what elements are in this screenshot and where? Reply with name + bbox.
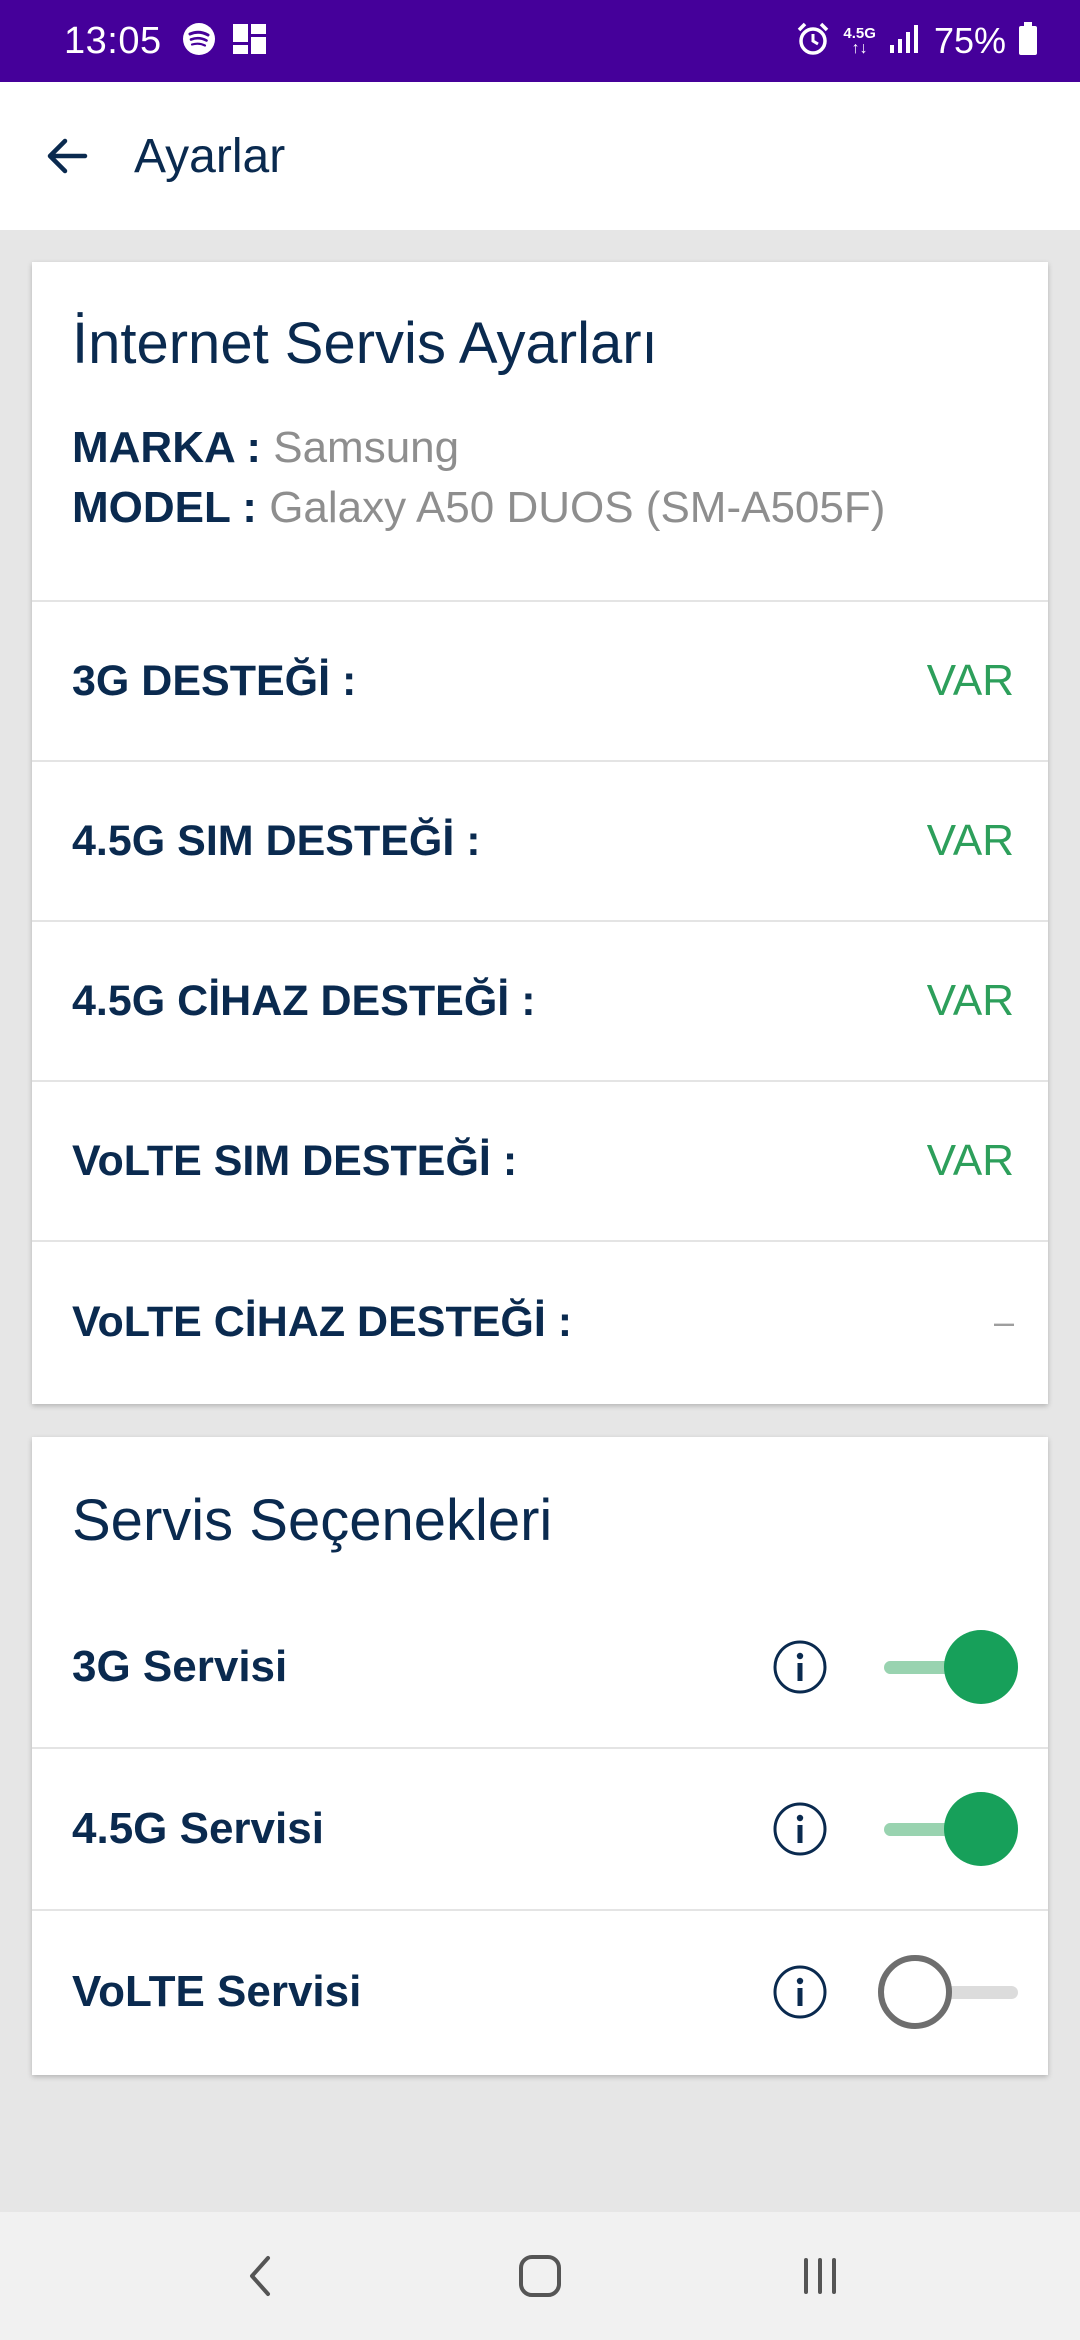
- widget-icon: [232, 23, 268, 60]
- service-label: 4.5G Servisi: [72, 1804, 324, 1853]
- support-row-45g-sim: 4.5G SIM DESTEĞİ : VAR: [32, 762, 1048, 922]
- support-label: 3G DESTEĞİ :: [72, 656, 357, 705]
- model-label: MODEL :: [72, 482, 257, 532]
- network-type: 4.5G: [843, 24, 876, 42]
- support-row-volte-device: VoLTE CİHAZ DESTEĞİ : –: [32, 1242, 1048, 1402]
- service-toggle-3g[interactable]: [878, 1630, 1018, 1704]
- service-options-card: Servis Seçenekleri 3G Servisi 4.5G Servi…: [32, 1437, 1048, 2075]
- internet-settings-title: İnternet Servis Ayarları: [72, 311, 658, 376]
- status-bar: 13:05 4.5G ↑↓ 75%: [0, 0, 1080, 82]
- support-row-volte-sim: VoLTE SIM DESTEĞİ : VAR: [32, 1082, 1048, 1242]
- brand-label: MARKA :: [72, 422, 261, 472]
- back-button[interactable]: [34, 123, 100, 189]
- spotify-icon: [182, 22, 216, 61]
- service-row-volte: VoLTE Servisi: [32, 1911, 1048, 2073]
- battery-icon: [1018, 21, 1038, 61]
- nav-recents-button[interactable]: [780, 2236, 860, 2316]
- support-value: VAR: [926, 1136, 1014, 1185]
- support-value: VAR: [926, 816, 1014, 865]
- brand-line: MARKA : Samsung: [72, 418, 1008, 478]
- status-time: 13:05: [64, 19, 162, 62]
- service-label: VoLTE Servisi: [72, 1967, 362, 2016]
- info-icon[interactable]: [772, 1964, 828, 2020]
- support-label: VoLTE SIM DESTEĞİ :: [72, 1136, 518, 1185]
- service-options-title: Servis Seçenekleri: [72, 1488, 553, 1553]
- nav-back-button[interactable]: [220, 2236, 300, 2316]
- signal-icon: [888, 23, 922, 60]
- page-title: Ayarlar: [134, 129, 286, 183]
- toggle-knob: [944, 1630, 1018, 1704]
- device-info-section: İnternet Servis Ayarları MARKA : Samsung…: [32, 262, 1048, 602]
- home-icon: [519, 2255, 561, 2297]
- service-toggle-volte[interactable]: [878, 1955, 1018, 2029]
- info-icon[interactable]: [772, 1801, 828, 1857]
- nav-home-button[interactable]: [500, 2236, 580, 2316]
- system-nav-bar: [0, 2212, 1080, 2340]
- app-bar: Ayarlar: [0, 82, 1080, 230]
- support-value: VAR: [926, 656, 1014, 705]
- arrow-left-icon: [47, 138, 88, 174]
- alarm-icon: [795, 21, 831, 62]
- support-value: VAR: [926, 976, 1014, 1025]
- support-row-3g: 3G DESTEĞİ : VAR: [32, 602, 1048, 762]
- support-row-45g-device: 4.5G CİHAZ DESTEĞİ : VAR: [32, 922, 1048, 1082]
- model-line: MODEL : Galaxy A50 DUOS (SM-A505F): [72, 478, 1008, 538]
- network-arrows: ↑↓: [851, 39, 868, 57]
- service-toggle-45g[interactable]: [878, 1792, 1018, 1866]
- toggle-knob: [878, 1955, 952, 2029]
- support-value: –: [993, 1301, 1014, 1342]
- info-icon[interactable]: [772, 1639, 828, 1695]
- network-icon: 4.5G ↑↓: [843, 26, 876, 57]
- toggle-knob: [944, 1792, 1018, 1866]
- brand-value: Samsung: [273, 422, 460, 472]
- service-row-3g: 3G Servisi: [32, 1587, 1048, 1749]
- support-label: 4.5G SIM DESTEĞİ :: [72, 816, 481, 865]
- model-value: Galaxy A50 DUOS (SM-A505F): [269, 482, 886, 532]
- support-label: 4.5G CİHAZ DESTEĞİ :: [72, 976, 536, 1025]
- service-label: 3G Servisi: [72, 1642, 288, 1691]
- chevron-left-icon: [250, 2256, 270, 2296]
- recents-icon: [804, 2258, 836, 2294]
- internet-settings-card: İnternet Servis Ayarları MARKA : Samsung…: [32, 262, 1048, 1404]
- service-row-45g: 4.5G Servisi: [32, 1749, 1048, 1911]
- support-label: VoLTE CİHAZ DESTEĞİ :: [72, 1297, 573, 1346]
- battery-percent: 75%: [933, 20, 1006, 61]
